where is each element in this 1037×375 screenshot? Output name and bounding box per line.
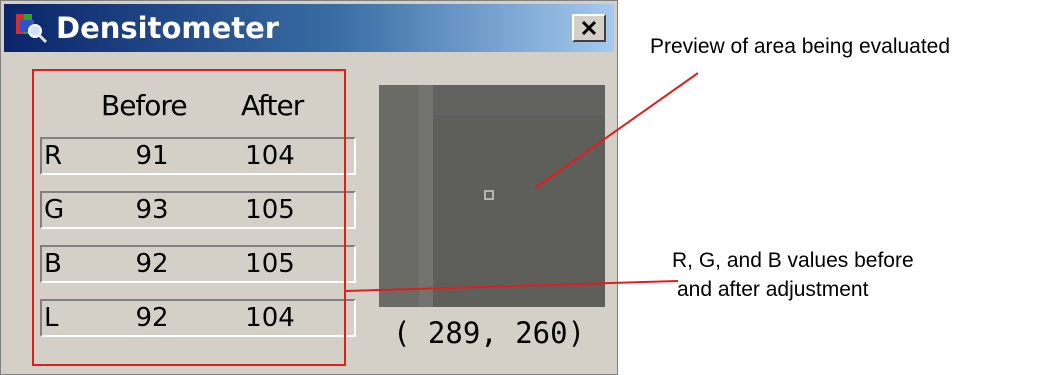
values-callout-label-line1: R, G, and B values before — [672, 249, 914, 272]
values-callout-label-line2: and after adjustment — [677, 278, 869, 301]
values-callout-line — [345, 280, 679, 292]
preview-callout-line — [534, 72, 699, 189]
preview-callout-label: Preview of area being evaluated — [650, 35, 951, 58]
